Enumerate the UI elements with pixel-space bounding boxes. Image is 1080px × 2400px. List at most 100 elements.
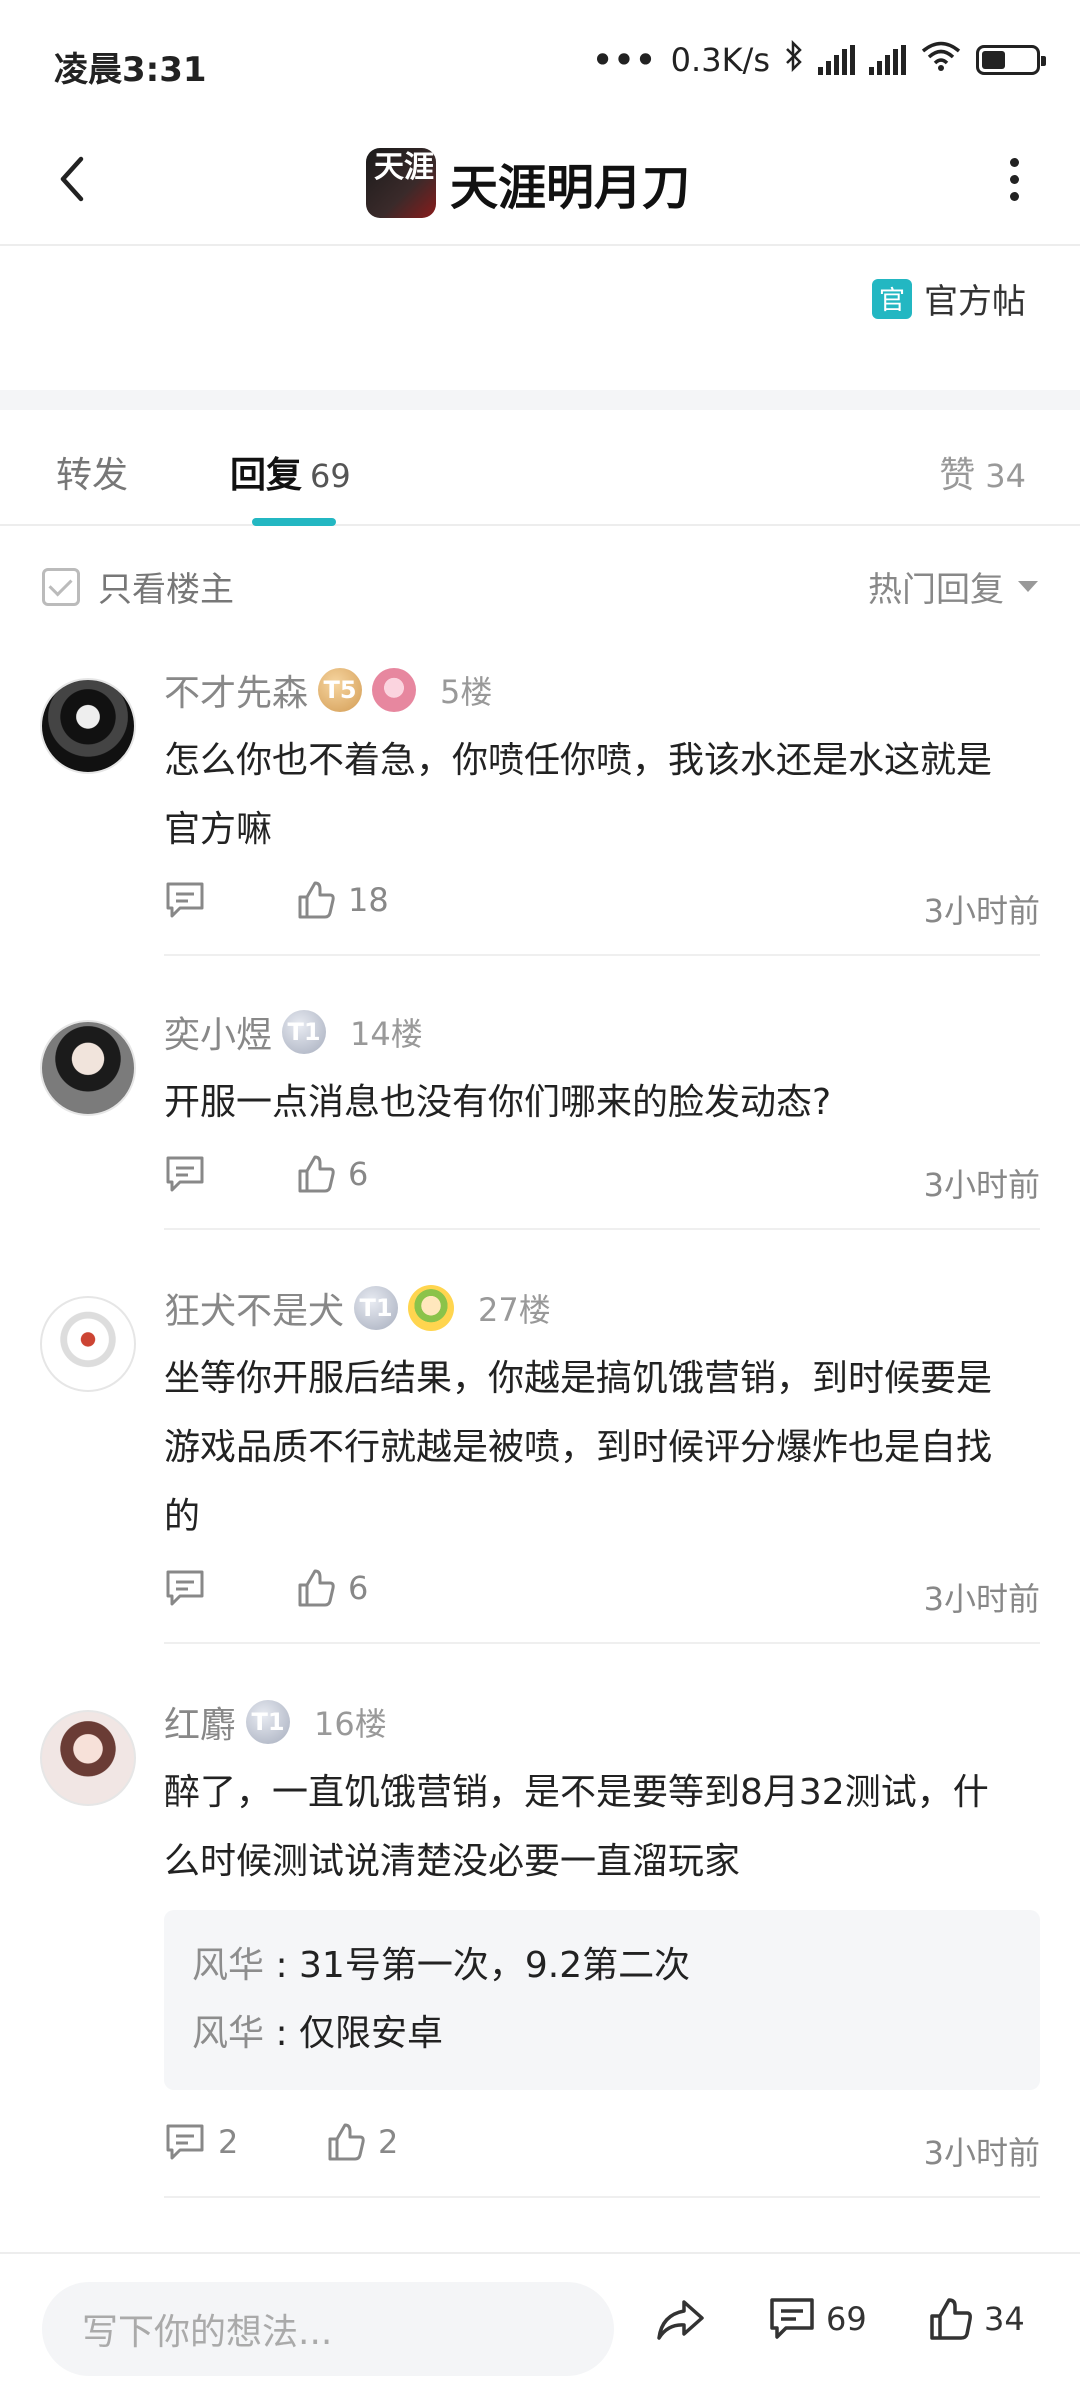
username[interactable]: 奕小煜 bbox=[164, 1006, 272, 1058]
like-post-button[interactable]: 34 bbox=[928, 2296, 1025, 2342]
comment-text: 怎么你也不着急，你喷任你喷，我该水还是水这就是官方嘛 bbox=[164, 740, 993, 850]
net-speed: 0.3K/s bbox=[670, 41, 770, 79]
thumbs-up-icon bbox=[298, 881, 335, 919]
comment-icon bbox=[166, 2124, 204, 2160]
level-badge: T1 bbox=[354, 1286, 399, 1330]
level-badge: T1 bbox=[282, 1010, 327, 1054]
like-count: 6 bbox=[348, 1569, 369, 1607]
tab-reply[interactable]: 回复 69 bbox=[230, 446, 351, 498]
thumbs-up-icon bbox=[328, 2123, 365, 2161]
share-button[interactable] bbox=[654, 2296, 706, 2348]
comment-actions: 2 2 3小时前 bbox=[164, 2122, 1040, 2182]
comment-icon bbox=[770, 2298, 814, 2339]
signal-icon bbox=[818, 45, 855, 75]
reply-button[interactable]: 2 bbox=[164, 2122, 238, 2162]
app-title-group[interactable]: 天涯 天涯明月刀 bbox=[366, 134, 690, 232]
reply-button[interactable] bbox=[164, 880, 206, 920]
back-button[interactable] bbox=[36, 144, 106, 214]
caret-down-icon bbox=[1018, 581, 1038, 592]
sort-dropdown[interactable]: 热门回复 bbox=[868, 562, 1038, 611]
chevron-left-icon bbox=[60, 156, 84, 202]
level-badge: T5 bbox=[318, 668, 363, 712]
only-owner-toggle[interactable]: 只看楼主 bbox=[42, 562, 234, 611]
more-dot-icon bbox=[1009, 174, 1019, 184]
comment-text: 开服一点消息也没有你们哪来的脸发动态? bbox=[164, 1082, 832, 1123]
like-count: 34 bbox=[985, 457, 1026, 495]
comment-icon bbox=[166, 882, 204, 918]
top-nav: 天涯 天涯明月刀 bbox=[0, 120, 1080, 246]
more-menu-button[interactable] bbox=[984, 144, 1044, 214]
reply-button[interactable] bbox=[164, 1154, 206, 1194]
thumbs-up-icon bbox=[298, 1155, 335, 1193]
filter-row: 只看楼主 热门回复 bbox=[0, 528, 1080, 638]
sub-reply-user[interactable]: 风华 bbox=[192, 1945, 264, 1986]
sub-replies[interactable]: 风华 : 31号第一次，9.2第二次 风华 : 仅限安卓 bbox=[164, 1910, 1040, 2090]
wifi-icon bbox=[920, 40, 962, 80]
floor-number: 14楼 bbox=[350, 1015, 423, 1053]
divider bbox=[164, 954, 1040, 956]
more-dot-icon bbox=[1009, 157, 1019, 167]
like-count: 6 bbox=[348, 1155, 369, 1193]
like-count: 34 bbox=[984, 2300, 1025, 2338]
comment-actions: 18 3小时前 bbox=[164, 880, 1040, 940]
signal-icon bbox=[869, 45, 906, 75]
timestamp: 3小时前 bbox=[923, 892, 1040, 930]
avatar[interactable] bbox=[40, 1020, 136, 1116]
tab-like[interactable]: 赞 34 bbox=[939, 446, 1026, 498]
tab-bar: 转发 回复 69 赞 34 bbox=[0, 410, 1080, 526]
comment-actions: 6 3小时前 bbox=[164, 1154, 1040, 1214]
floor-number: 5楼 bbox=[440, 673, 493, 711]
sub-reply-user[interactable]: 风华 bbox=[192, 2013, 264, 2054]
comment-icon bbox=[166, 1156, 204, 1192]
official-label: 官方帖 bbox=[924, 282, 1026, 322]
tab-forward[interactable]: 转发 bbox=[56, 446, 128, 498]
bluetooth-icon bbox=[784, 39, 804, 80]
status-time: 凌晨3:31 bbox=[54, 50, 207, 90]
divider bbox=[164, 1642, 1040, 1644]
like-button[interactable]: 6 bbox=[296, 1568, 368, 1608]
like-count: 18 bbox=[348, 881, 389, 919]
bottom-action-bar: 写下你的想法... 69 34 bbox=[0, 2252, 1080, 2400]
sub-reply: 风华 : 31号第一次，9.2第二次 bbox=[192, 1945, 691, 1986]
comment-text: 坐等你开服后结果，你越是搞饥饿营销，到时候要是游戏品质不行就越是被喷，到时候评分… bbox=[164, 1358, 993, 1537]
username[interactable]: 红麝 bbox=[164, 1696, 236, 1748]
avatar[interactable] bbox=[40, 1296, 136, 1392]
more-dot-icon bbox=[1009, 191, 1019, 201]
sub-reply: 风华 : 仅限安卓 bbox=[192, 2013, 444, 2054]
username[interactable]: 不才先森 bbox=[164, 664, 308, 716]
floor-number: 16楼 bbox=[314, 1705, 387, 1743]
like-count: 2 bbox=[378, 2123, 399, 2161]
divider bbox=[164, 2196, 1040, 2198]
checkbox-icon[interactable] bbox=[42, 567, 80, 606]
status-icons: ••• 0.3K/s bbox=[592, 39, 1046, 80]
comment-text: 醉了，一直饥饿营销，是不是要等到8月32测试，什么时候测试说清楚没必要一直溜玩家 bbox=[164, 1772, 989, 1882]
reply-button[interactable] bbox=[164, 1568, 206, 1608]
floor-number: 27楼 bbox=[478, 1291, 551, 1329]
like-button[interactable]: 6 bbox=[296, 1154, 368, 1194]
battery-icon bbox=[976, 45, 1046, 75]
comment-count: 69 bbox=[826, 2300, 867, 2338]
username[interactable]: 狂犬不是犬 bbox=[164, 1282, 344, 1334]
comments-button[interactable]: 69 bbox=[768, 2296, 867, 2342]
avatar[interactable] bbox=[40, 678, 136, 774]
official-post-badge: 官 官方帖 bbox=[872, 274, 1026, 323]
divider bbox=[164, 1228, 1040, 1230]
fan-badge-icon bbox=[372, 668, 417, 712]
thumbs-up-icon bbox=[930, 2298, 972, 2340]
section-divider bbox=[0, 390, 1080, 410]
comment-actions: 6 3小时前 bbox=[164, 1568, 1040, 1628]
timestamp: 3小时前 bbox=[923, 2134, 1040, 2172]
sub-reply-text: 31号第一次，9.2第二次 bbox=[299, 1945, 691, 1986]
reply-count: 2 bbox=[218, 2123, 239, 2161]
app-logo: 天涯 bbox=[366, 148, 436, 218]
like-button[interactable]: 2 bbox=[326, 2122, 398, 2162]
avatar[interactable] bbox=[40, 1710, 136, 1806]
comment-input[interactable]: 写下你的想法... bbox=[42, 2282, 614, 2376]
thumbs-up-icon bbox=[298, 1569, 335, 1607]
like-button[interactable]: 18 bbox=[296, 880, 389, 920]
comment-icon bbox=[166, 1570, 204, 1606]
sub-reply-text: 仅限安卓 bbox=[299, 2013, 444, 2054]
share-icon bbox=[657, 2300, 704, 2340]
timestamp: 3小时前 bbox=[923, 1580, 1040, 1618]
page-title: 天涯明月刀 bbox=[450, 160, 691, 216]
